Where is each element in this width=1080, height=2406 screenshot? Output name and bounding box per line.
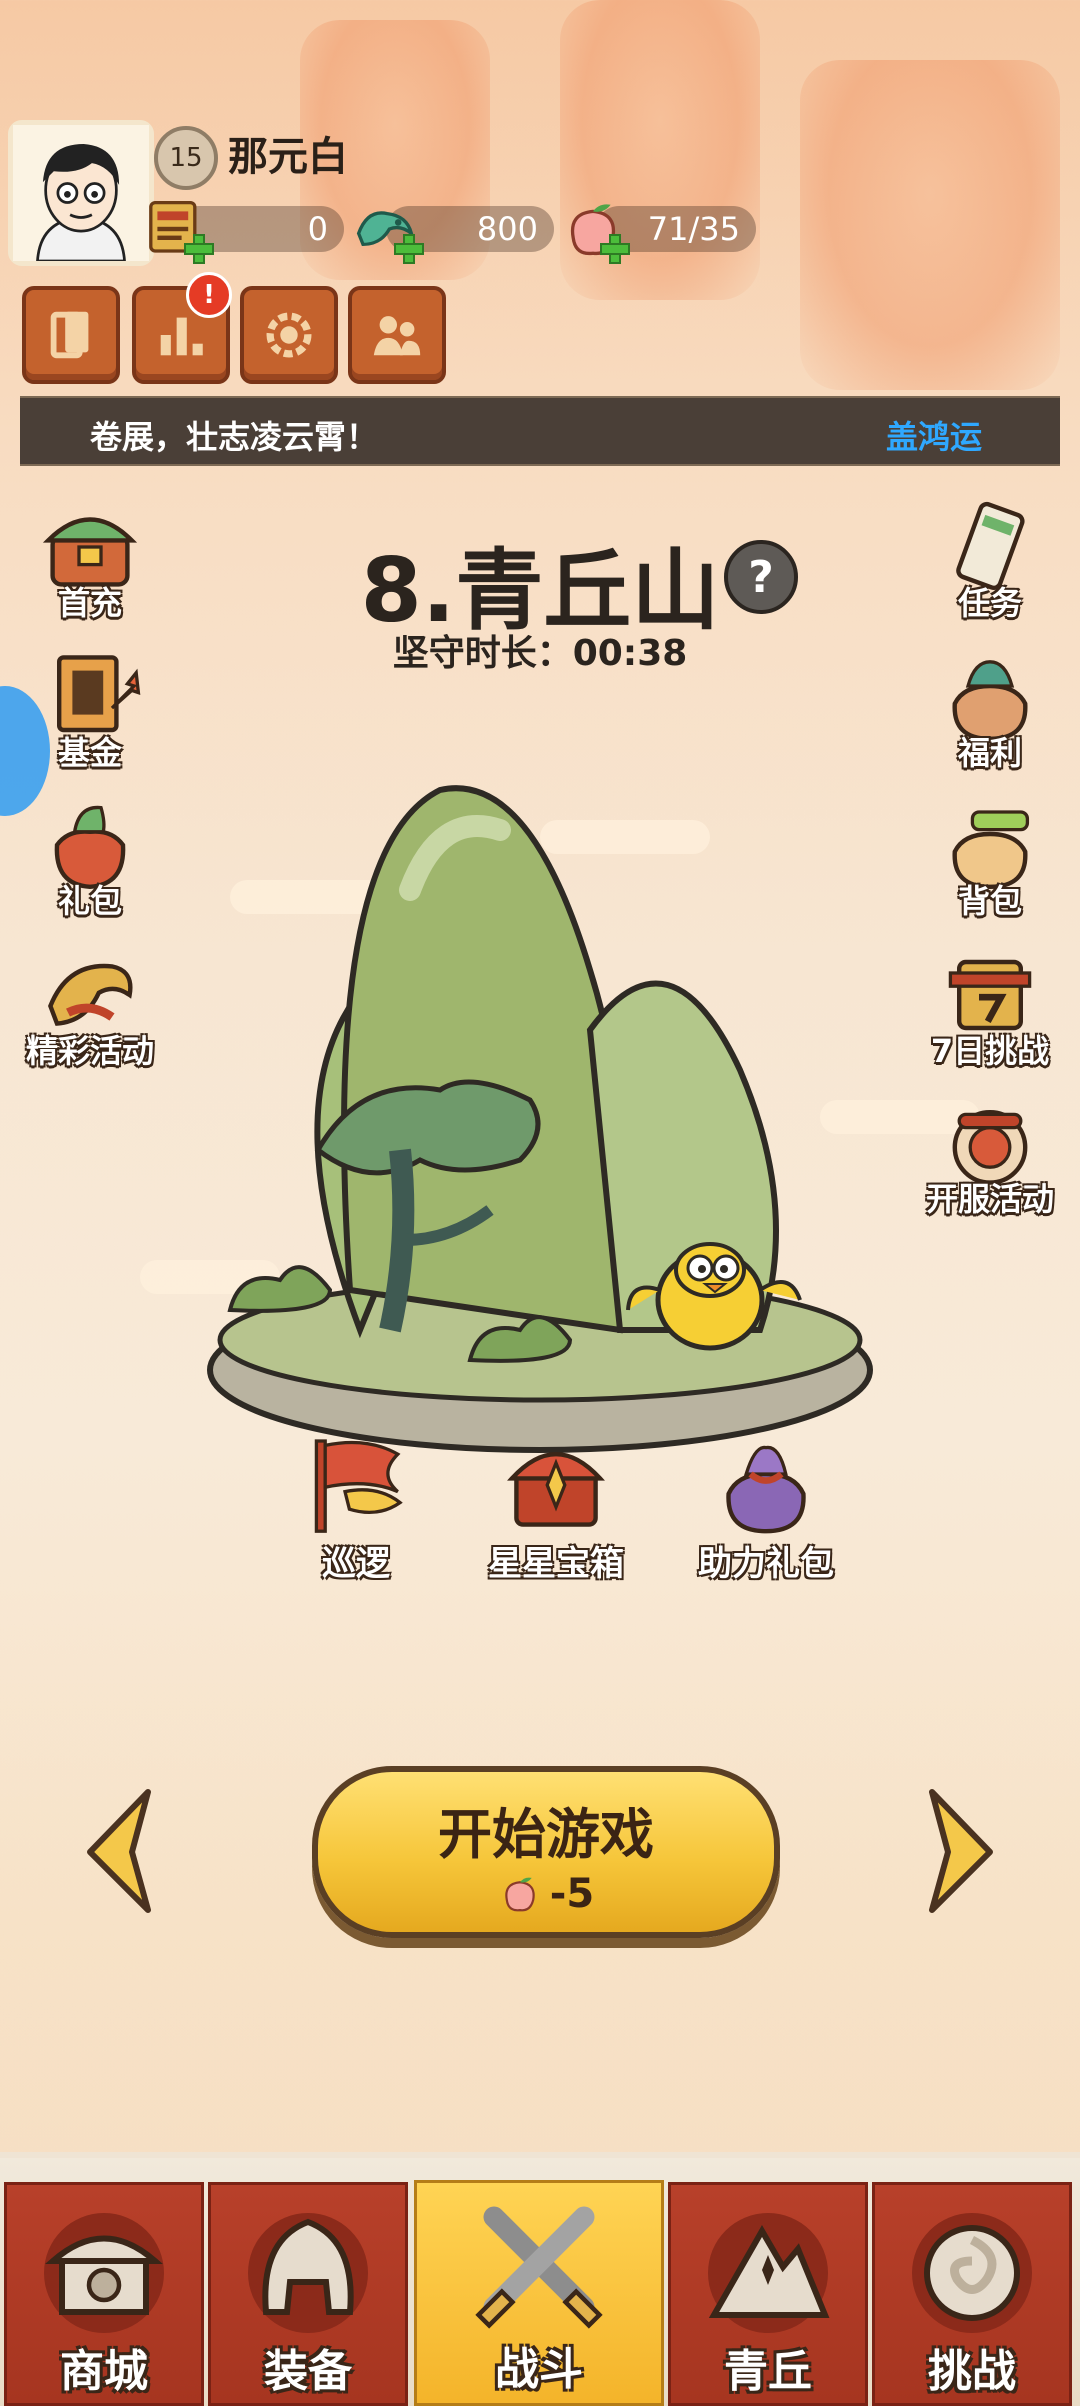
add-stamina-button[interactable] [600,234,630,264]
ticket-value: 0 [307,210,328,248]
start-game-label: 开始游戏 [438,1803,654,1866]
next-stage-arrow[interactable] [912,1786,1002,1916]
help-icon[interactable]: ? [724,540,798,614]
crossed-swords-icon [475,2206,603,2329]
rank-alert-badge: ! [186,272,232,318]
seven-day-challenge-label: 7日挑战 [930,1032,1050,1070]
nav-tab-battle[interactable]: 战斗 [414,2180,664,2406]
mountain-icon [708,2213,830,2333]
cards-button[interactable] [22,286,120,384]
gear-icon [266,312,312,358]
bottom-navigation: 商城 装备 战斗 青丘 挑战 [0,2152,1080,2406]
vortex-icon [912,2213,1032,2333]
start-game-cost: -5 [318,1871,774,1917]
seven-day-challenge-button[interactable]: 7日挑战 [920,940,1060,1072]
start-game-button[interactable]: 开始游戏 -5 [312,1766,780,1938]
events-button[interactable]: 精彩活动 [20,940,160,1072]
guard-duration-label: 坚守时长： [392,633,573,674]
support-gift-label: 助力礼包 [698,1544,834,1584]
add-jade-button[interactable] [394,234,424,264]
player-level-badge: 15 [154,126,218,190]
start-game-cost-value: -5 [549,1871,595,1917]
patrol-label: 巡逻 [322,1544,390,1584]
shop-pavilion-icon [44,2213,164,2333]
nav-tab-qingqiu[interactable]: 青丘 [668,2182,868,2406]
add-tickets-button[interactable] [184,234,214,264]
backpack-button[interactable]: 背包 [920,790,1060,922]
nav-tab-challenge[interactable]: 挑战 [872,2182,1072,2406]
stamina-value: 71/35 [647,210,740,248]
jade-value: 800 [476,210,538,248]
events-label: 精彩活动 [25,1032,154,1070]
purple-bag-icon [726,1445,806,1534]
nav-tab-equipment[interactable]: 装备 [208,2182,408,2406]
star-chest-icon [507,1452,605,1527]
background-lantern [800,60,1060,390]
server-event-button[interactable]: 开服活动 [910,1088,1070,1220]
gift-pack-button[interactable]: 礼包 [20,790,160,922]
helmet-icon [248,2213,368,2333]
patrol-flag-icon [314,1439,403,1533]
guard-duration: 坚守时长：00:38 [0,624,1080,676]
player-avatar[interactable] [8,120,154,266]
marquee-highlight-text: 盖鸿运 [886,418,983,456]
friends-button[interactable] [348,286,446,384]
star-chest-label: 星星宝箱 [488,1544,624,1584]
stage-scene-illustration[interactable] [200,770,880,1530]
friends-icon [373,316,421,356]
patrol-button[interactable]: 巡逻 [286,1430,426,1585]
support-gift-button[interactable]: 助力礼包 [686,1430,846,1585]
cards-icon [50,311,89,359]
guard-duration-value: 00:38 [572,633,688,674]
player-name: 那元白 [228,134,348,180]
star-chest-button[interactable]: 星星宝箱 [486,1430,626,1585]
settings-button[interactable] [240,286,338,384]
server-event-label: 开服活动 [925,1180,1054,1218]
marquee-text: 卷展，壮志凌云霄！ [90,418,379,456]
peach-icon [505,1877,535,1912]
nav-tab-shop[interactable]: 商城 [4,2182,204,2406]
announcement-marquee: 卷展，壮志凌云霄！ 盖鸿运 [20,396,1060,466]
nav-label-battle: 战斗 [495,2344,583,2395]
previous-stage-arrow[interactable] [78,1786,168,1916]
